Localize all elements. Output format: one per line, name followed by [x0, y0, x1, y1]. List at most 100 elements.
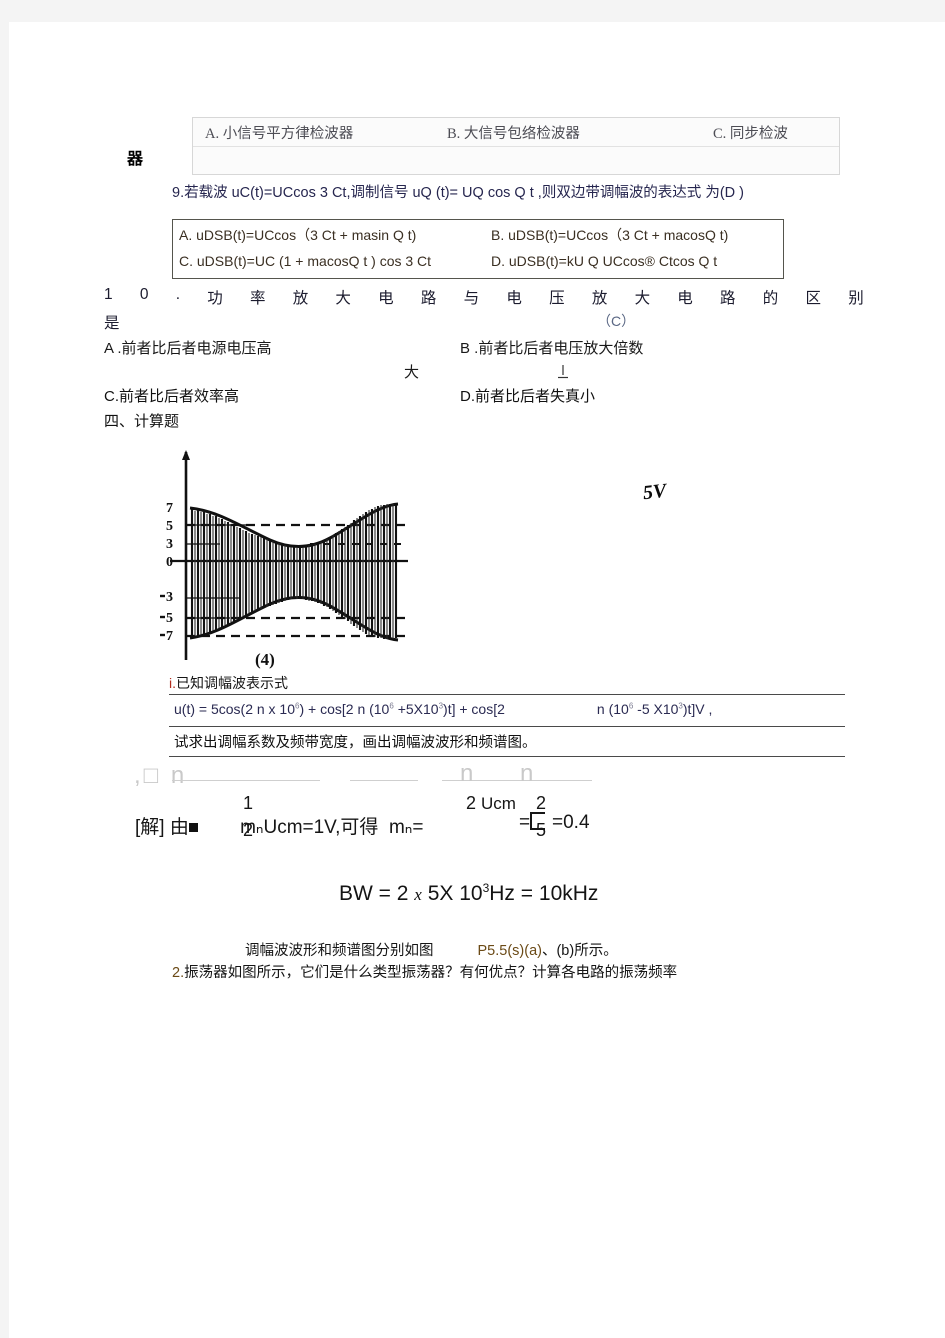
solution-fraction-2-over-ucm: 2 Ucm	[463, 790, 519, 817]
formula-part-7: )t]V ,	[682, 701, 713, 717]
bw-value: 5X 10	[427, 882, 483, 905]
bw-unit: Hz	[489, 882, 515, 905]
question10-stem: 1 0. 功 率 放 大 电 路 与 电 压 放 大 电 路 的 区 别	[104, 286, 864, 308]
bw-result: 10kHz	[538, 882, 599, 905]
closing-text-a: 调幅波波形和频谱图分别如图	[245, 943, 434, 959]
ghost-rule-2	[350, 780, 418, 781]
svg-text:7: 7	[166, 629, 173, 644]
fraction-denominator: Ucm	[481, 794, 516, 813]
closing-figure-ref: P5.5(s)(a)	[477, 943, 542, 959]
svg-text:5: 5	[166, 519, 173, 534]
question10-stem-char: 0	[139, 286, 149, 303]
formula-part-4: )t] + cos[2	[443, 701, 505, 717]
bw-equals: =	[520, 882, 534, 905]
question10-stem-char: 的	[762, 290, 779, 307]
question8-overflow-char: 器	[127, 151, 144, 168]
question10-stem-char: 区	[805, 290, 822, 307]
black-square-icon	[188, 823, 198, 832]
page-left-margin	[0, 0, 9, 1338]
fraction-numerator: 2	[466, 793, 477, 813]
solution-ghost-artifact: ,□ n	[134, 762, 188, 789]
ghost-rule-1	[172, 780, 320, 781]
solution-main-line: [解] 由 mₙUcm=1V,可得 mₙ=	[135, 812, 423, 839]
bw-times: x	[414, 885, 422, 904]
closing-line-1: 调幅波波形和频谱图分别如图 P5.5(s)(a)、(b)所示。	[245, 939, 618, 960]
question10-option-b: B .前者比后者电压放大倍数	[460, 340, 644, 357]
formula-part-3: +5X10	[393, 701, 439, 717]
question10-option-d: D.前者比后者失真小	[460, 388, 596, 405]
question8-option-c: C. 同步检波	[713, 126, 788, 142]
solution-result: =0.4	[552, 812, 590, 833]
question10-stem-char: 放	[292, 290, 309, 307]
divider-rule-2	[169, 726, 845, 727]
question10-stem-char: 电	[506, 290, 522, 307]
question10-stem-char: 率	[249, 290, 266, 307]
solution-ghost-n-1: n	[460, 760, 474, 787]
problem1-label-text: 已知调幅波表示式	[176, 675, 288, 691]
question10-answer: （C）	[597, 313, 636, 329]
solution-result-var: mₙ=	[388, 817, 424, 838]
question10-option-a: A .前者比后者电源电压高	[104, 340, 272, 357]
svg-text:5: 5	[166, 611, 173, 626]
question10-stem-char: .	[175, 286, 180, 303]
divider-rule-1	[169, 694, 845, 695]
closing-text-b: 、(b)所示。	[541, 943, 618, 959]
question10-stem-char: 压	[549, 290, 565, 307]
solution-ghost-n-2: n	[520, 760, 534, 787]
am-waveform-figure: 7 5 3 0 3 5 7	[160, 448, 420, 670]
question9-stem: 9.若载波 uC(t)=UCcos 3 Ct,调制信号 uQ (t)= UQ c…	[172, 185, 744, 201]
bandwidth-equation: BW = 2 x 5X 103Hz = 10kHz	[339, 881, 598, 906]
formula-part-2: ) + cos[2 n (10	[299, 701, 390, 717]
question10-stem-char: 大	[335, 290, 351, 307]
fraction-numerator: 1	[242, 793, 253, 813]
question8-options-box: A. 小信号平方律检波器 B. 大信号包络检波器 C. 同步检波	[192, 117, 840, 175]
stray-mark-icon	[558, 365, 568, 379]
question10-stem-char: 电	[378, 290, 394, 307]
question9-option-c: C. uDSB(t)=UC (1 + macosQ t ) cos 3 Ct	[179, 253, 432, 269]
svg-text:3: 3	[166, 590, 173, 605]
svg-text:3: 3	[166, 537, 173, 552]
svg-text:7: 7	[166, 501, 173, 516]
figure-annotation-5v: 5V	[641, 479, 668, 505]
question10-stem-char: 与	[463, 290, 480, 307]
section-heading: 四、计算题	[104, 413, 180, 430]
question10-stem-char: 路	[720, 290, 736, 307]
solution-expression: mₙUcm=1V,可得	[240, 817, 379, 838]
question10-option-c: C.前者比后者效率高	[104, 388, 240, 405]
question10-stem-char: 大	[634, 290, 651, 307]
divider-rule-3	[169, 756, 845, 757]
question9-option-d: D. uDSB(t)=kU Q UCcos® Ctcos Q t	[491, 253, 718, 269]
am-waveform-svg: 7 5 3 0 3 5 7	[160, 450, 408, 660]
formula-part-5: n (10	[596, 701, 629, 717]
problem1-number: i.	[169, 675, 176, 691]
question10-option-b-continuation: 大	[404, 364, 420, 381]
formula-part-1: u(t) = 5cos(2 n x 10	[174, 701, 296, 717]
question10-stem-char: 放	[591, 290, 608, 307]
box-artifact-icon	[530, 812, 546, 830]
closing-line2-text: 振荡器如图所示，它们是什么类型振荡器？有何优点？计算各电路的振荡频率	[184, 965, 678, 981]
question9-option-a: A. uDSB(t)=UCcos（3 Ct + masin Q t)	[179, 227, 417, 243]
fraction-numerator: 2	[535, 793, 546, 813]
question8-option-b: B. 大信号包络检波器	[447, 126, 580, 142]
solution-equals-mid: =	[519, 812, 546, 834]
formula-part-6: -5 X10	[633, 701, 679, 717]
question9-option-b: B. uDSB(t)=UCcos（3 Ct + macosQ t)	[491, 227, 729, 243]
question10-stem-char: 功	[207, 290, 223, 307]
question10-stem-char: 电	[677, 290, 693, 307]
problem1-question-text: 试求出调幅系数及频带宽度，画出调幅波波形和频谱图。	[174, 735, 537, 751]
closing-line-2: 2.振荡器如图所示，它们是什么类型振荡器？有何优点？计算各电路的振荡频率	[172, 961, 677, 982]
question10-stem-char: 1	[104, 286, 113, 303]
problem1-formula: u(t) = 5cos(2 n x 106) + cos[2 n (106 +5…	[174, 701, 712, 717]
svg-text:0: 0	[166, 555, 173, 570]
equals-sign: =	[519, 812, 531, 833]
solution-lead: [解] 由	[135, 817, 189, 838]
closing-line2-number: 2.	[172, 965, 185, 981]
question10-stem-char: 路	[420, 290, 437, 307]
question10-stem-char: 别	[848, 290, 864, 307]
question9-options-box: A. uDSB(t)=UCcos（3 Ct + masin Q t) B. uD…	[172, 219, 784, 279]
question10-stem-line2: 是	[104, 315, 120, 332]
bw-prefix: BW = 2	[339, 882, 409, 905]
figure-caption: (4)	[255, 650, 275, 669]
document-page: A. 小信号平方律检波器 B. 大信号包络检波器 C. 同步检波 器 9.若载波…	[0, 0, 945, 1338]
question8-option-a: A. 小信号平方律检波器	[205, 126, 354, 142]
